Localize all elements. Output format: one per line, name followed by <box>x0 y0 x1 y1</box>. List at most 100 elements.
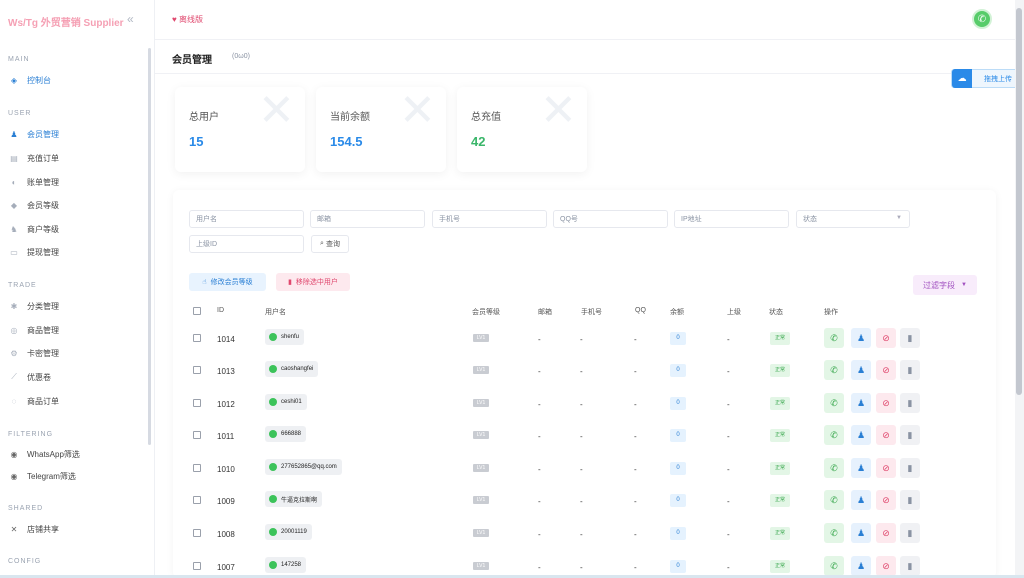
ban-user-button[interactable]: ⊘ <box>876 556 896 576</box>
column-header-status[interactable]: 状态 <box>769 307 783 317</box>
sidebar-item-members[interactable]: ♟ 会员管理 <box>9 126 59 142</box>
row-checkbox[interactable] <box>193 529 201 537</box>
sidebar-item-goods[interactable]: ◎ 商品管理 <box>9 322 60 338</box>
ban-user-button[interactable]: ⊘ <box>876 523 896 543</box>
delete-user-button[interactable]: ▮ <box>900 360 920 380</box>
delete-user-button[interactable]: ▮ <box>900 458 920 478</box>
username-badge[interactable]: caoshangfei <box>265 361 319 377</box>
chevron-down-icon: ▼ <box>896 215 902 221</box>
ban-user-button[interactable]: ⊘ <box>876 490 896 510</box>
edit-user-button[interactable]: ♟ <box>851 328 871 348</box>
page-scrollbar[interactable] <box>1015 0 1024 578</box>
username-filter-input[interactable]: 用户名 <box>189 210 304 228</box>
delete-user-button[interactable]: ▮ <box>900 425 920 445</box>
ban-user-button[interactable]: ⊘ <box>876 328 896 348</box>
whatsapp-icon: ✆ <box>830 397 838 408</box>
collapse-sidebar-icon[interactable]: « <box>127 12 134 26</box>
edit-user-button[interactable]: ♟ <box>851 556 871 576</box>
whatsapp-action-button[interactable]: ✆ <box>824 556 844 576</box>
sidebar-item-bills[interactable]: ◐ 账单管理 <box>9 174 59 190</box>
sidebar-item-keys[interactable]: ⚙ 卡密管理 <box>9 345 59 361</box>
sidebar-item-whatsapp-filter[interactable]: ◉ WhatsApp筛选 <box>9 446 80 462</box>
page-header: 会员管理 (0ω0) <box>155 40 1015 74</box>
edit-member-level-button[interactable]: ☝ 修改会员等级 <box>189 273 266 291</box>
phone-filter-input[interactable]: 手机号 <box>432 210 547 228</box>
delete-user-button[interactable]: ▮ <box>900 490 920 510</box>
status-filter-select[interactable]: 状态 ▼ <box>796 210 910 228</box>
whatsapp-action-button[interactable]: ✆ <box>824 458 844 478</box>
whatsapp-action-button[interactable]: ✆ <box>824 425 844 445</box>
delete-user-button[interactable]: ▮ <box>900 556 920 576</box>
row-checkbox[interactable] <box>193 334 201 342</box>
select-all-checkbox[interactable] <box>193 307 201 315</box>
username-badge[interactable]: 147258 <box>265 557 307 573</box>
edit-user-button[interactable]: ♟ <box>851 425 871 445</box>
ip-filter-input[interactable]: IP地址 <box>674 210 789 228</box>
column-header-parent[interactable]: 上级 <box>727 307 741 317</box>
row-checkbox[interactable] <box>193 431 201 439</box>
whatsapp-action-button[interactable]: ✆ <box>824 490 844 510</box>
cell-email: - <box>538 497 541 506</box>
sidebar-item-dashboard[interactable]: ◈ 控制台 <box>9 72 51 88</box>
delete-user-button[interactable]: ▮ <box>900 393 920 413</box>
whatsapp-action-button[interactable]: ✆ <box>824 523 844 543</box>
delete-user-button[interactable]: ▮ <box>900 328 920 348</box>
sidebar-item-store-share[interactable]: ✕ 店铺共享 <box>9 521 59 537</box>
drag-upload-button[interactable]: ☁ 拖拽上传 <box>951 69 1024 88</box>
edit-user-button[interactable]: ♟ <box>851 458 871 478</box>
column-header-id[interactable]: ID <box>217 307 224 314</box>
whatsapp-action-button[interactable]: ✆ <box>824 360 844 380</box>
row-checkbox[interactable] <box>193 399 201 407</box>
remove-selected-users-button[interactable]: ▮ 移除选中用户 <box>276 273 350 291</box>
row-checkbox[interactable] <box>193 496 201 504</box>
ban-user-button[interactable]: ⊘ <box>876 458 896 478</box>
username-badge[interactable]: ceshi01 <box>265 394 307 410</box>
column-header-level[interactable]: 会员等级 <box>472 307 500 317</box>
filter-fields-button[interactable]: 过滤字段 ▼ <box>913 275 977 295</box>
sidebar-item-member-level[interactable]: ◆ 会员等级 <box>9 197 59 213</box>
sidebar-item-category[interactable]: ✱ 分类管理 <box>9 298 59 314</box>
qq-filter-input[interactable]: QQ号 <box>553 210 668 228</box>
whatsapp-icon: ✆ <box>830 429 838 440</box>
username-badge[interactable]: 牛逼克拉斯啊 <box>265 491 323 507</box>
parent-id-filter-input[interactable]: 上级ID <box>189 235 304 253</box>
sidebar-item-goods-orders[interactable]: ◌ 商品订单 <box>9 393 59 409</box>
row-checkbox[interactable] <box>193 464 201 472</box>
whatsapp-icon[interactable]: ✆ <box>972 9 992 29</box>
cell-username: 牛逼克拉斯啊 <box>281 497 318 504</box>
sidebar-item-withdraw[interactable]: ▭ 提现管理 <box>9 244 59 260</box>
whatsapp-action-button[interactable]: ✆ <box>824 393 844 413</box>
ban-user-button[interactable]: ⊘ <box>876 360 896 380</box>
sidebar-item-telegram-filter[interactable]: ◉ Telegram筛选 <box>9 468 76 484</box>
sidebar-item-coupons[interactable]: ⟋ 优惠卷 <box>9 369 51 385</box>
whatsapp-action-button[interactable]: ✆ <box>824 328 844 348</box>
username-badge[interactable]: 277652865@qq.com <box>265 459 342 475</box>
column-header-email[interactable]: 邮箱 <box>538 307 552 317</box>
delete-user-button[interactable]: ▮ <box>900 523 920 543</box>
sidebar-item-label: 卡密管理 <box>27 348 59 358</box>
row-checkbox[interactable] <box>193 366 201 374</box>
ban-user-button[interactable]: ⊘ <box>876 425 896 445</box>
edit-user-button[interactable]: ♟ <box>851 523 871 543</box>
username-badge[interactable]: 666888 <box>265 426 307 442</box>
edit-user-button[interactable]: ♟ <box>851 360 871 380</box>
row-checkbox[interactable] <box>193 562 201 570</box>
column-header-phone[interactable]: 手机号 <box>581 307 602 317</box>
scrollbar-thumb[interactable] <box>1016 8 1022 395</box>
column-header-username[interactable]: 用户名 <box>265 307 286 317</box>
sidebar-scrollbar[interactable] <box>148 48 151 445</box>
sidebar-item-merchant-level[interactable]: ♞ 商户等级 <box>9 221 59 237</box>
column-header-balance[interactable]: 余额 <box>670 307 684 317</box>
edit-user-button[interactable]: ♟ <box>851 393 871 413</box>
email-filter-input[interactable]: 邮箱 <box>310 210 425 228</box>
query-button[interactable]: ⌕ 查询 <box>311 235 349 253</box>
username-badge[interactable]: 20001119 <box>265 524 312 540</box>
column-header-qq[interactable]: QQ <box>635 307 646 314</box>
sidebar-item-recharge-orders[interactable]: ▤ 充值订单 <box>9 150 59 166</box>
cell-username: shenfu <box>281 334 300 340</box>
user-edit-icon: ♟ <box>856 527 866 538</box>
username-badge[interactable]: shenfu <box>265 329 305 345</box>
edit-user-button[interactable]: ♟ <box>851 490 871 510</box>
offline-badge[interactable]: ♥ 离线版 <box>172 14 203 25</box>
ban-user-button[interactable]: ⊘ <box>876 393 896 413</box>
